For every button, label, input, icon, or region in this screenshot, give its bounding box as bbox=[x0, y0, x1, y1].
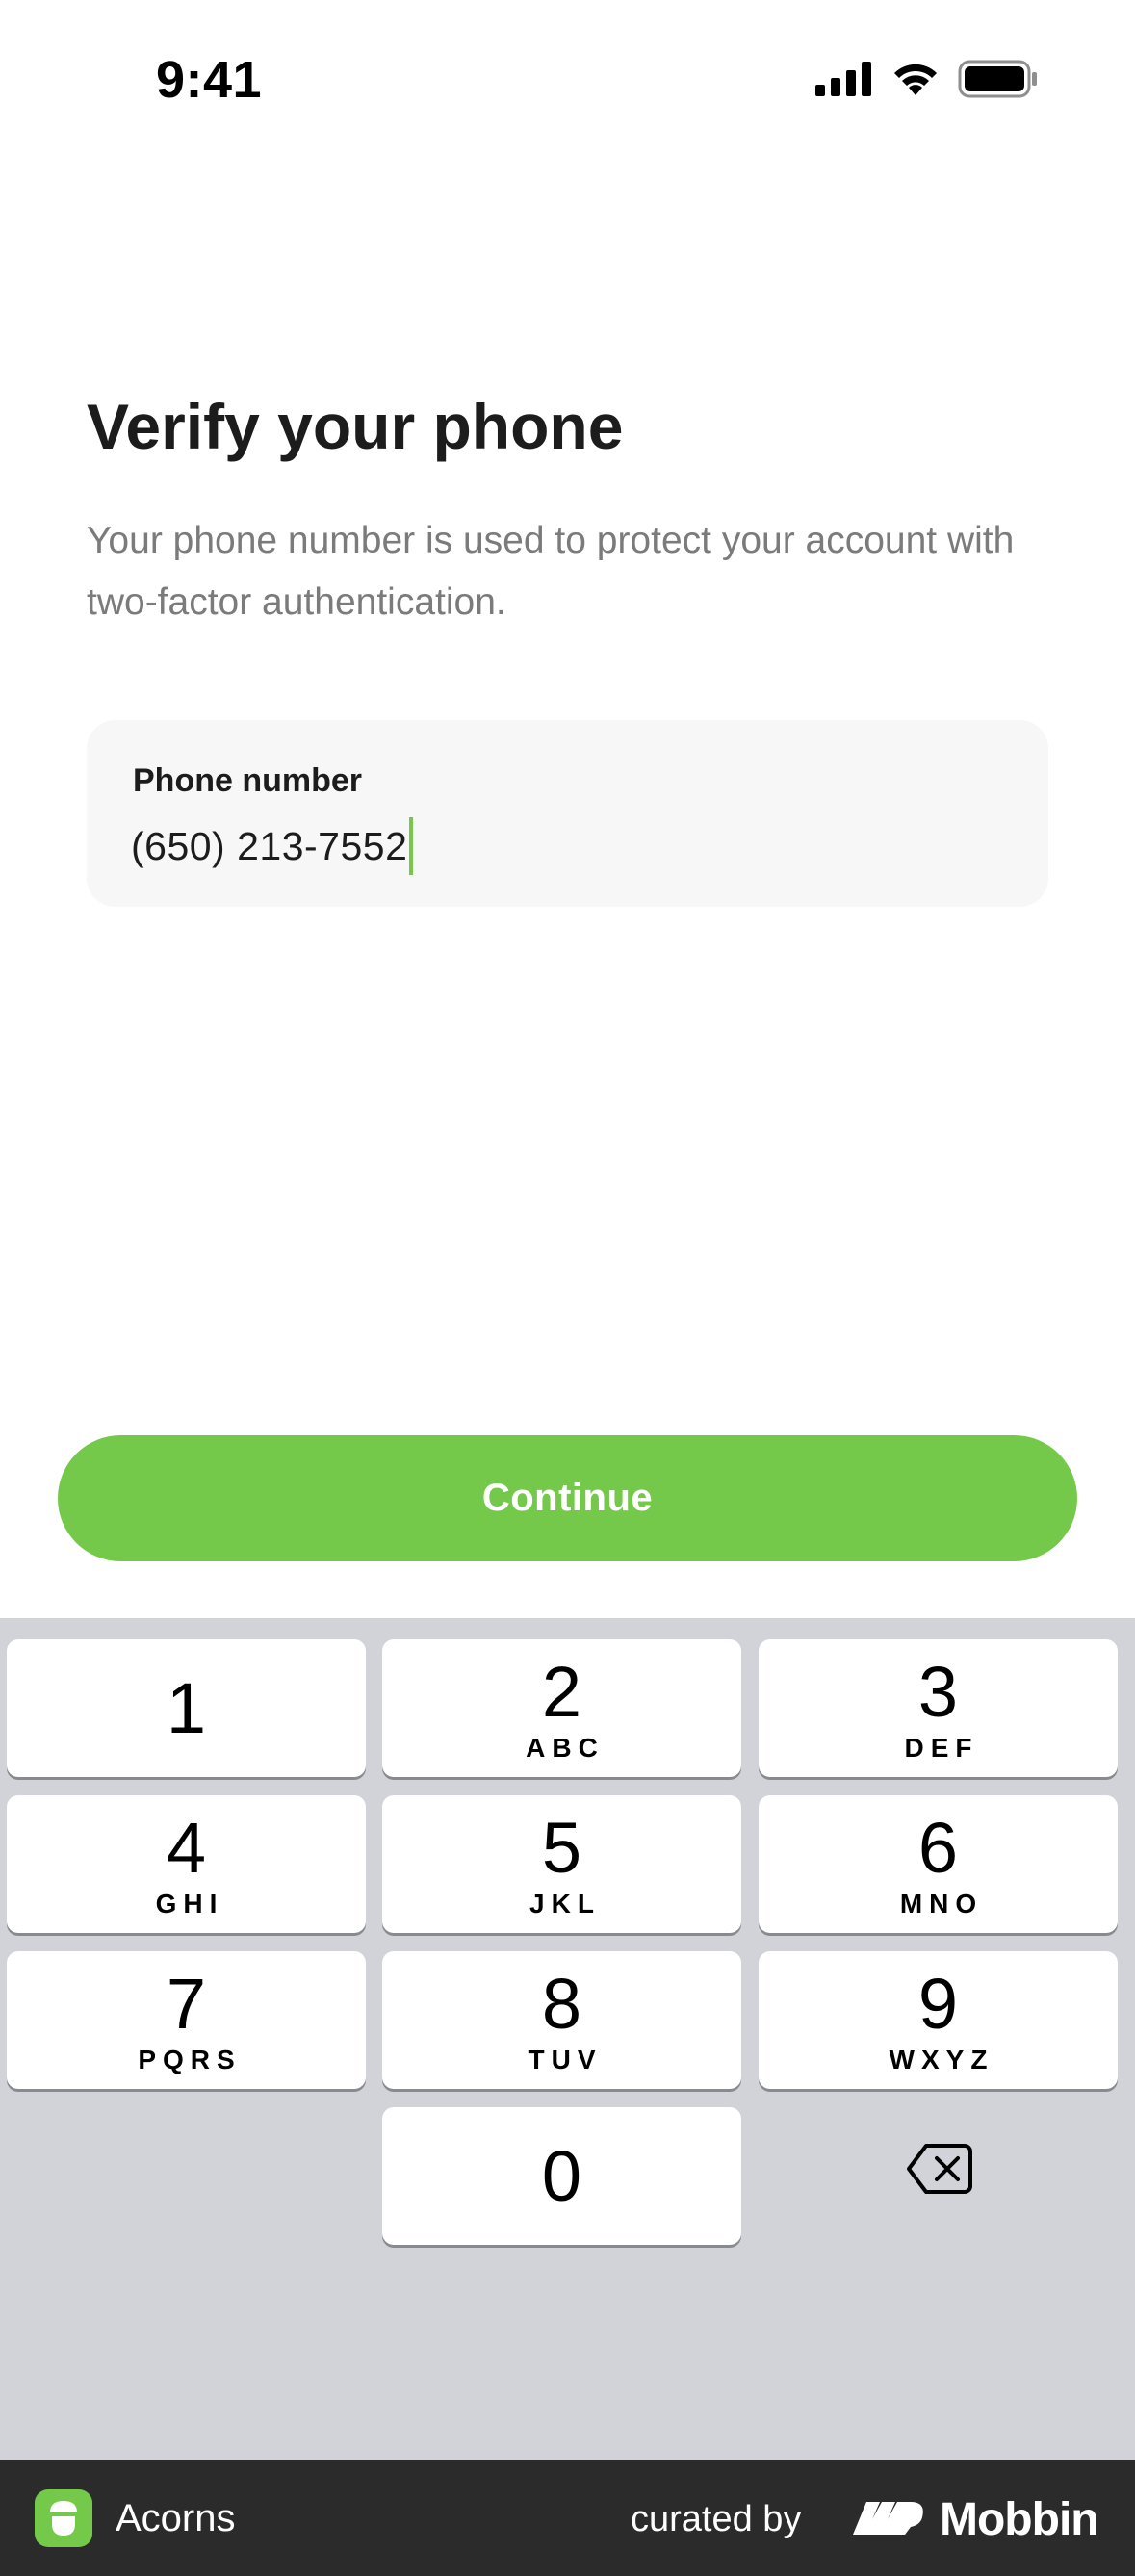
key-7[interactable]: 7 PQRS bbox=[7, 1951, 366, 2089]
key-letters: WXYZ bbox=[889, 2044, 994, 2074]
battery-icon bbox=[958, 60, 1039, 103]
key-number: 6 bbox=[917, 1807, 959, 1888]
key-4[interactable]: 4 GHI bbox=[7, 1795, 366, 1933]
continue-button-label: Continue bbox=[481, 1477, 654, 1519]
key-letters: PQRS bbox=[138, 2044, 242, 2074]
key-1[interactable]: 1 bbox=[7, 1639, 366, 1777]
key-number: 8 bbox=[541, 1963, 582, 2044]
key-letters: DEF bbox=[904, 1732, 979, 1763]
phone-number-input[interactable]: (650) 213-7552 bbox=[131, 816, 414, 876]
wifi-icon bbox=[890, 61, 941, 102]
key-8[interactable]: 8 TUV bbox=[382, 1951, 741, 2089]
acorns-logo-icon bbox=[35, 2489, 92, 2547]
key-letters: MNO bbox=[899, 1888, 984, 1919]
key-letters: TUV bbox=[528, 2044, 603, 2074]
mobbin-brand: Mobbin bbox=[940, 2494, 1099, 2545]
key-letters: JKL bbox=[529, 1888, 601, 1919]
phone-number-field[interactable]: Phone number (650) 213-7552 bbox=[87, 720, 1048, 907]
key-0[interactable]: 0 bbox=[382, 2107, 741, 2245]
page-subtitle: Your phone number is used to protect you… bbox=[87, 520, 1015, 623]
key-number: 1 bbox=[166, 1667, 207, 1748]
cellular-signal-icon bbox=[815, 62, 873, 101]
status-icons bbox=[815, 60, 1039, 103]
status-time: 9:41 bbox=[156, 51, 263, 109]
key-number: 9 bbox=[917, 1963, 959, 2044]
key-6[interactable]: 6 MNO bbox=[759, 1795, 1118, 1933]
curated-by-label: curated by bbox=[631, 2499, 802, 2539]
key-9[interactable]: 9 WXYZ bbox=[759, 1951, 1118, 2089]
delete-key[interactable] bbox=[903, 2142, 975, 2200]
text-caret bbox=[409, 817, 414, 875]
phone-number-label: Phone number bbox=[133, 762, 363, 799]
key-2[interactable]: 2 ABC bbox=[382, 1639, 741, 1777]
key-number: 3 bbox=[917, 1651, 959, 1732]
key-number: 0 bbox=[541, 2135, 582, 2216]
continue-button[interactable]: Continue bbox=[58, 1435, 1077, 1561]
key-5[interactable]: 5 JKL bbox=[382, 1795, 741, 1933]
page-title: Verify your phone bbox=[87, 391, 624, 462]
app-name: Acorns bbox=[116, 2497, 236, 2539]
mobbin-mark-icon bbox=[851, 2496, 930, 2543]
key-number: 7 bbox=[166, 1963, 207, 2044]
key-3[interactable]: 3 DEF bbox=[759, 1639, 1118, 1777]
key-letters: GHI bbox=[155, 1888, 224, 1919]
key-number: 5 bbox=[541, 1807, 582, 1888]
key-letters: ABC bbox=[526, 1732, 605, 1763]
status-bar: 9:41 bbox=[0, 0, 1135, 164]
key-number: 4 bbox=[166, 1807, 207, 1888]
numeric-keypad: 1 2 ABC 3 DEF 4 GHI 5 JKL 6 MNO 7 PQRS 8… bbox=[0, 1618, 1135, 2460]
backspace-icon bbox=[905, 2142, 974, 2201]
mobbin-logo: Mobbin bbox=[851, 2493, 1099, 2546]
phone-number-value: (650) 213-7552 bbox=[131, 823, 408, 868]
key-number: 2 bbox=[541, 1651, 582, 1732]
footer-bar: Acorns curated by Mobbin bbox=[0, 2460, 1135, 2576]
